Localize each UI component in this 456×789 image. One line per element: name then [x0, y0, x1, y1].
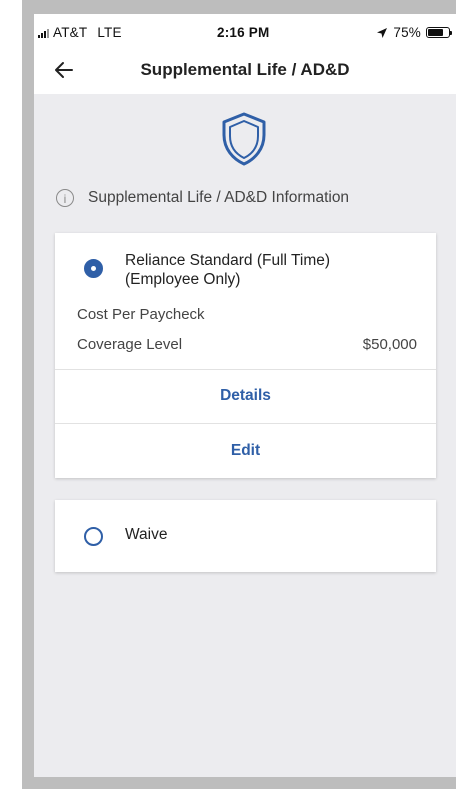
coverage-value: $50,000 [362, 336, 417, 353]
edit-button[interactable]: Edit [55, 442, 436, 460]
plan-card: Reliance Standard (Full Time) (Employee … [55, 233, 436, 478]
page-title: Supplemental Life / AD&D [140, 60, 350, 79]
info-row: i Supplemental Life / AD&D Information [56, 189, 349, 207]
divider [55, 423, 436, 424]
cost-label: Cost Per Paycheck [77, 306, 205, 323]
status-time: 2:16 PM [217, 25, 270, 40]
network-type: LTE [97, 25, 122, 40]
carrier-name: AT&T [53, 25, 88, 40]
plan-radio-button[interactable] [84, 259, 103, 278]
top-bar: AT&T LTE 2:16 PM 75% Supplemental Life /… [34, 14, 456, 94]
status-right: 75% [376, 25, 452, 40]
status-bar: AT&T LTE 2:16 PM 75% [34, 14, 456, 50]
cost-row: Cost Per Paycheck [77, 306, 417, 323]
shield-icon [222, 112, 266, 166]
plan-name: Reliance Standard (Full Time) (Employee … [125, 251, 415, 289]
details-button[interactable]: Details [55, 387, 436, 405]
location-arrow-icon [377, 27, 388, 38]
info-icon[interactable]: i [56, 189, 74, 207]
divider [55, 369, 436, 370]
plan-name-line1: Reliance Standard (Full Time) [125, 252, 331, 269]
info-label: Supplemental Life / AD&D Information [88, 189, 350, 206]
app-screen: AT&T LTE 2:16 PM 75% Supplemental Life /… [34, 14, 456, 777]
battery-fill [428, 29, 443, 36]
waive-radio-button[interactable] [84, 527, 103, 546]
waive-label: Waive [125, 526, 168, 543]
waive-card[interactable]: Waive [55, 500, 436, 572]
carrier-info: AT&T LTE [38, 25, 122, 40]
battery-icon [426, 27, 452, 38]
coverage-label: Coverage Level [77, 336, 183, 353]
battery-percent: 75% [393, 25, 421, 40]
coverage-row: Coverage Level $50,000 [77, 336, 417, 353]
plan-name-line2: (Employee Only) [125, 271, 241, 288]
signal-icon [38, 28, 49, 38]
